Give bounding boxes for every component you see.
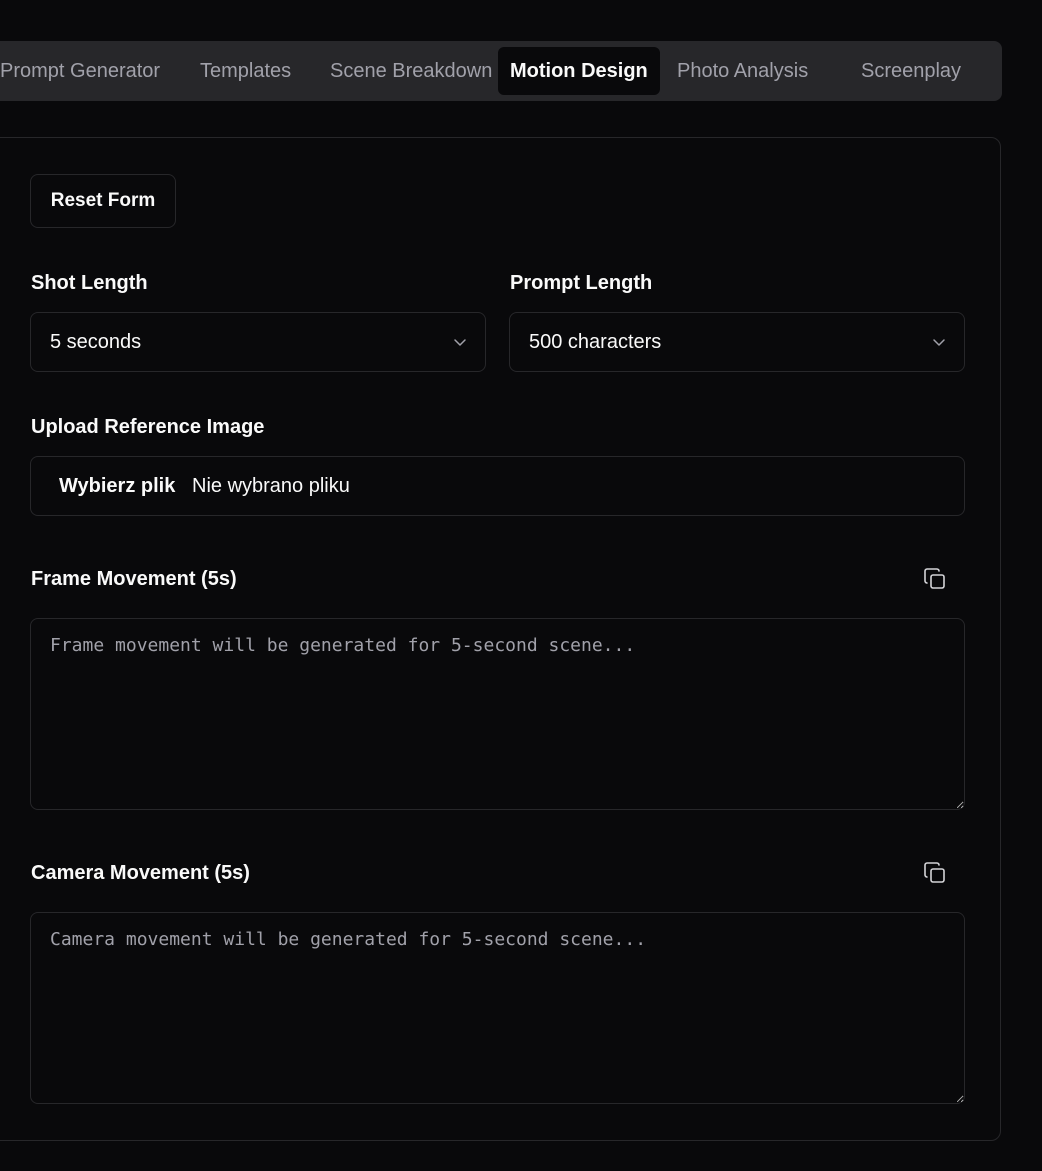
tab-prompt-generator[interactable]: Prompt Generator — [0, 47, 172, 95]
tab-photo-analysis[interactable]: Photo Analysis — [665, 47, 820, 95]
prompt-length-select[interactable]: 500 characters — [509, 312, 965, 372]
shot-length-label: Shot Length — [31, 272, 148, 294]
chevron-down-icon — [454, 339, 466, 346]
camera-movement-textarea[interactable] — [30, 912, 965, 1104]
upload-reference-image-label: Upload Reference Image — [31, 416, 265, 438]
choose-file-button[interactable]: Wybierz plik — [59, 457, 175, 515]
shot-length-select[interactable]: 5 seconds — [30, 312, 486, 372]
tab-motion-design[interactable]: Motion Design — [498, 47, 660, 95]
prompt-length-value: 500 characters — [529, 331, 662, 353]
no-file-selected-text: Nie wybrano pliku — [192, 475, 350, 497]
tab-screenplay[interactable]: Screenplay — [849, 47, 973, 95]
frame-movement-label: Frame Movement (5s) — [31, 568, 237, 590]
reset-form-button[interactable]: Reset Form — [30, 174, 176, 228]
upload-reference-image-input[interactable]: Wybierz plik Nie wybrano pliku — [30, 456, 965, 516]
frame-movement-textarea[interactable] — [30, 618, 965, 810]
tab-scene-breakdown[interactable]: Scene Breakdown — [318, 47, 504, 95]
copy-icon[interactable] — [923, 861, 947, 885]
prompt-length-label: Prompt Length — [510, 272, 653, 294]
copy-icon[interactable] — [923, 567, 947, 591]
camera-movement-label: Camera Movement (5s) — [31, 862, 250, 884]
tab-templates[interactable]: Templates — [188, 47, 303, 95]
shot-length-value: 5 seconds — [50, 331, 142, 353]
tab-bar: Prompt Generator Templates Scene Breakdo… — [0, 41, 1002, 101]
chevron-down-icon — [933, 339, 945, 346]
